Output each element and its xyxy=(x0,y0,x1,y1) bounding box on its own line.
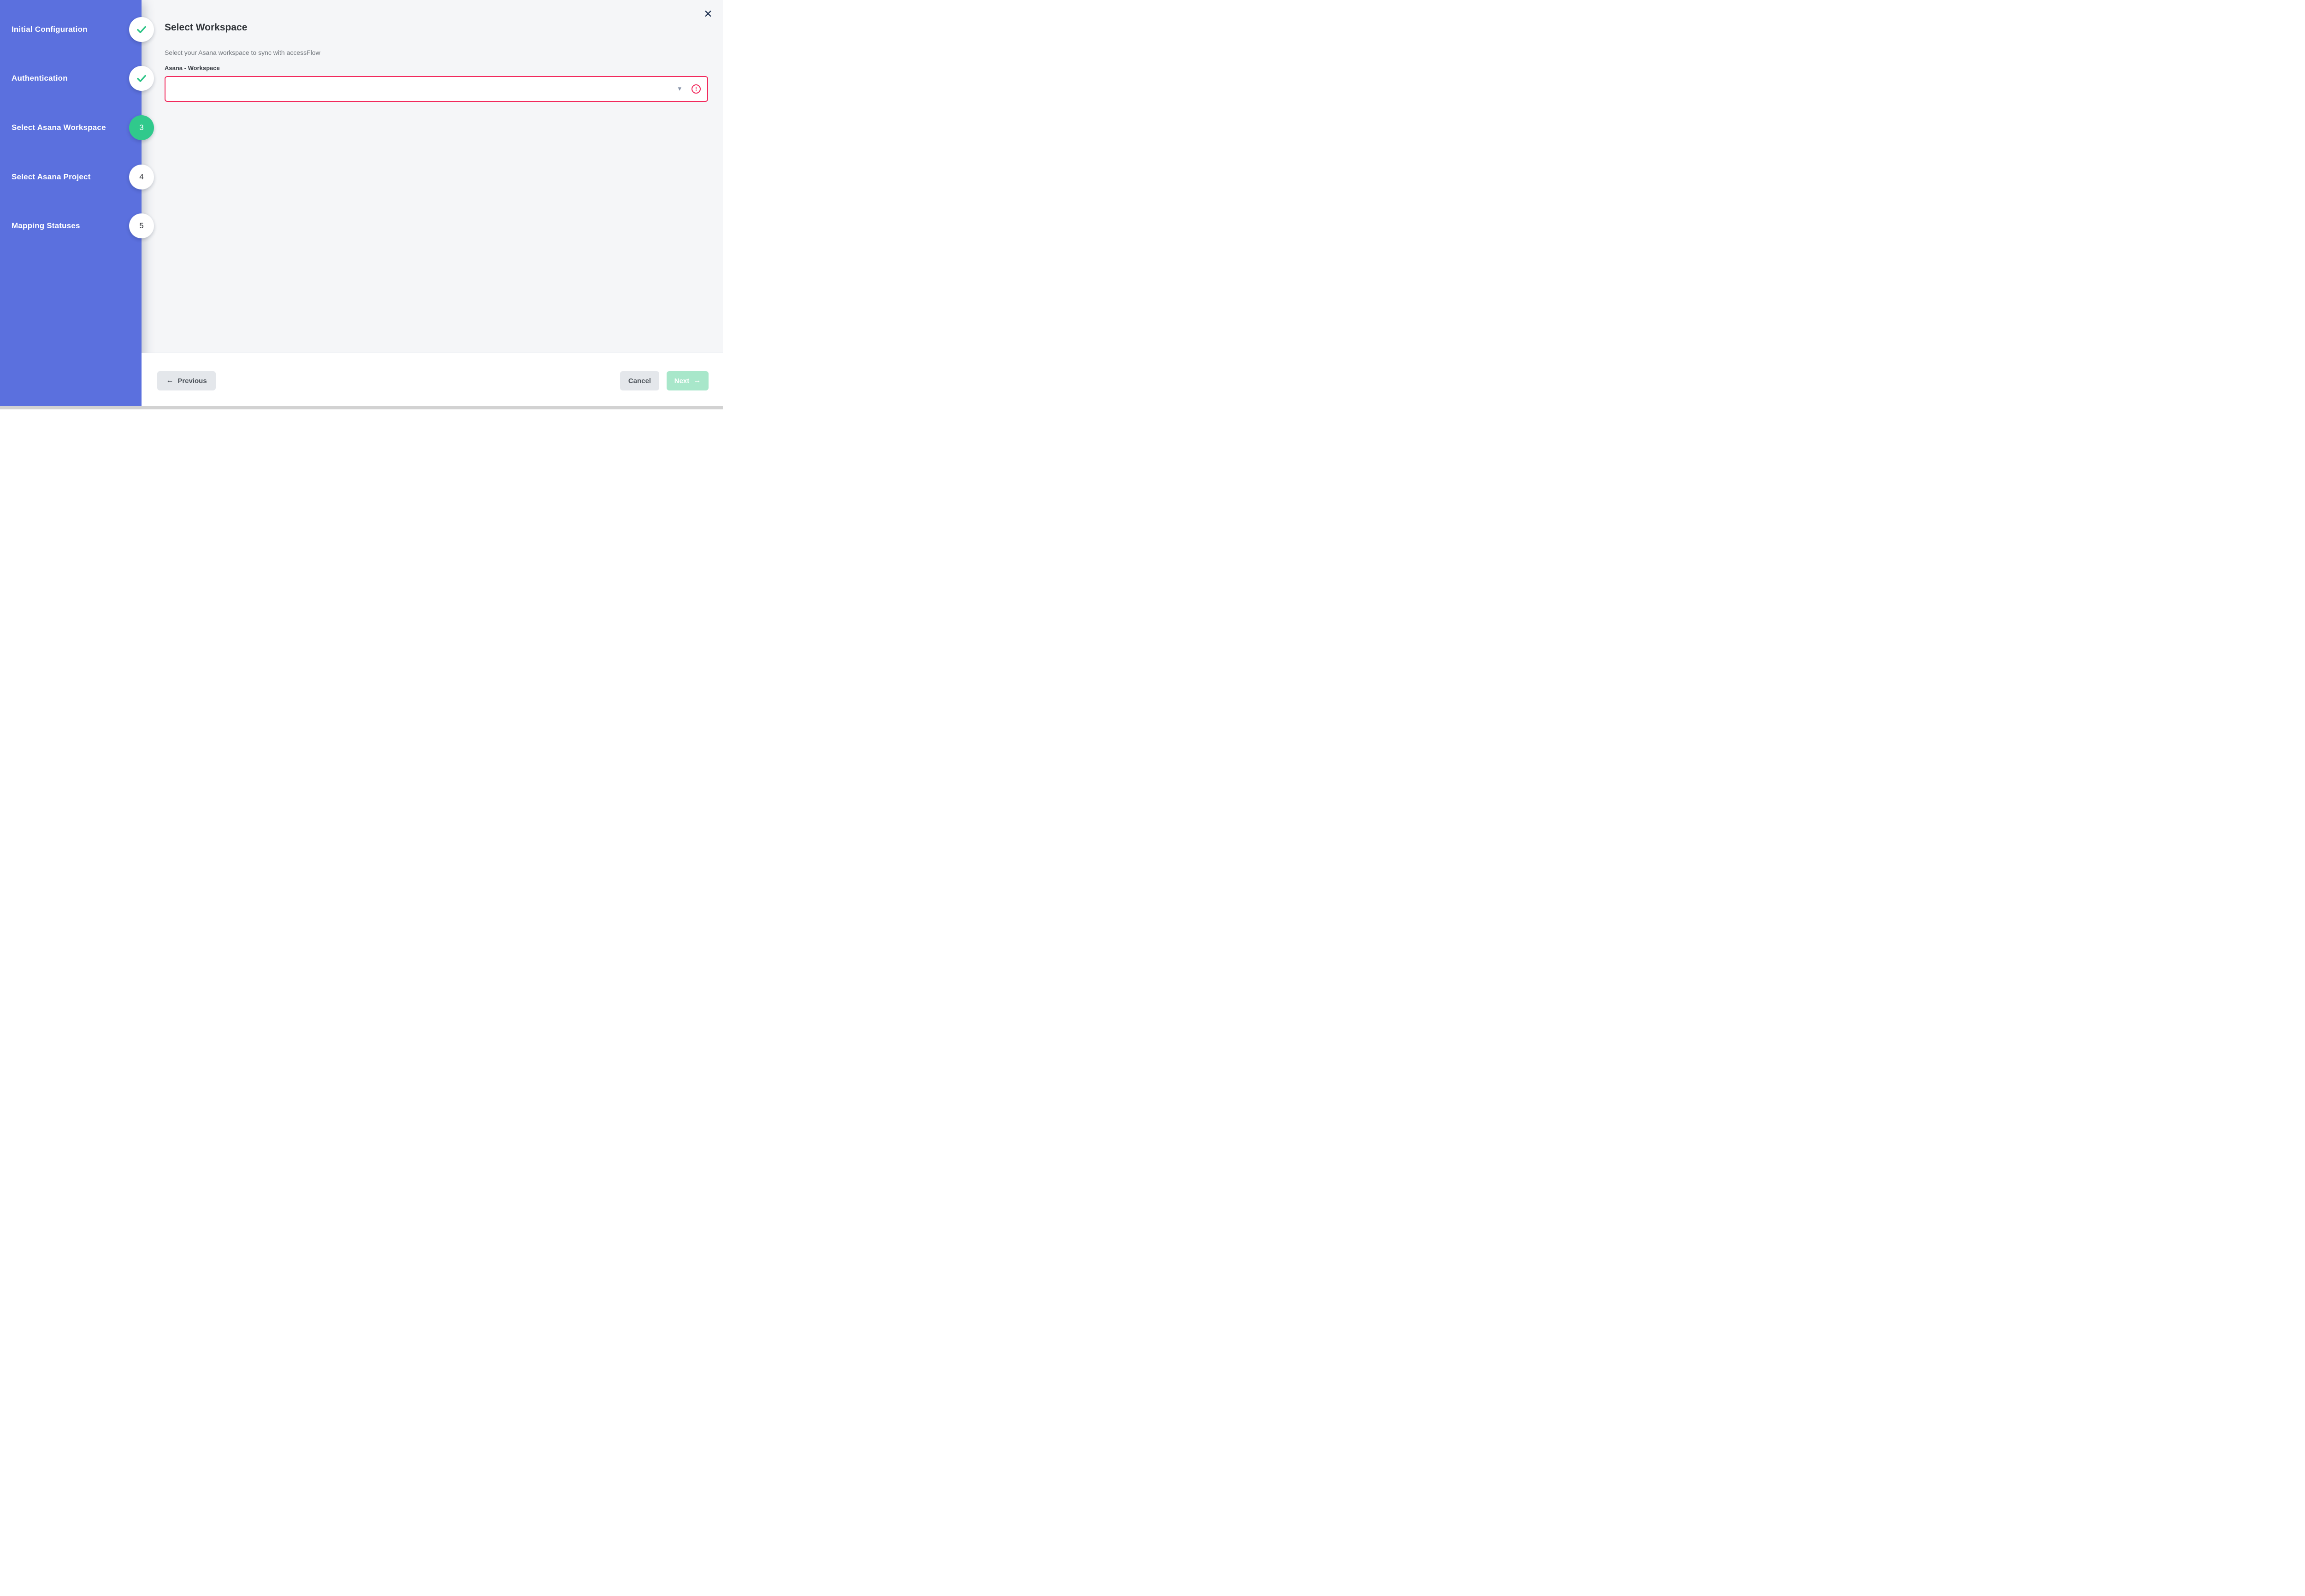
step-select-asana-project[interactable]: Select Asana Project 4 xyxy=(0,165,166,189)
arrow-right-icon: → xyxy=(693,377,701,384)
check-icon xyxy=(136,24,148,35)
next-button[interactable]: Next → xyxy=(667,371,709,390)
workspace-field-label: Asana - Workspace xyxy=(165,65,220,71)
wizard-steps-sidebar: Initial Configuration Authentication Sel… xyxy=(0,0,142,406)
step-label: Mapping Statuses xyxy=(12,213,80,238)
step-status-circle xyxy=(129,17,154,42)
next-button-label: Next xyxy=(674,377,690,385)
step-authentication[interactable]: Authentication xyxy=(0,66,166,91)
setup-wizard-modal: Initial Configuration Authentication Sel… xyxy=(0,0,723,409)
cancel-button-label: Cancel xyxy=(628,377,651,385)
cancel-button[interactable]: Cancel xyxy=(620,371,659,390)
step-number-badge: 4 xyxy=(129,165,154,189)
page-subtitle: Select your Asana workspace to sync with… xyxy=(165,49,320,56)
step-number-badge: 3 xyxy=(129,115,154,140)
step-initial-configuration[interactable]: Initial Configuration xyxy=(0,17,166,42)
step-label: Authentication xyxy=(12,66,68,91)
footer-bar: ← Previous Cancel Next → xyxy=(142,353,723,406)
error-icon: ! xyxy=(692,84,701,94)
step-select-asana-workspace[interactable]: Select Asana Workspace 3 xyxy=(0,115,166,140)
workspace-select[interactable]: ▾ ! xyxy=(165,76,708,102)
close-icon[interactable]: ✕ xyxy=(701,6,715,21)
step-mapping-statuses[interactable]: Mapping Statuses 5 xyxy=(0,213,166,238)
check-icon xyxy=(136,72,148,84)
bottom-edge-strip xyxy=(0,406,723,409)
previous-button-label: Previous xyxy=(177,377,207,385)
step-label: Select Asana Workspace xyxy=(12,115,106,140)
step-number-badge: 5 xyxy=(129,213,154,238)
step-label: Initial Configuration xyxy=(12,17,88,42)
page-title: Select Workspace xyxy=(165,22,247,33)
step-status-circle xyxy=(129,66,154,91)
step-label: Select Asana Project xyxy=(12,165,91,189)
previous-button[interactable]: ← Previous xyxy=(157,371,216,390)
arrow-left-icon: ← xyxy=(166,377,173,384)
chevron-down-icon: ▾ xyxy=(678,85,681,92)
